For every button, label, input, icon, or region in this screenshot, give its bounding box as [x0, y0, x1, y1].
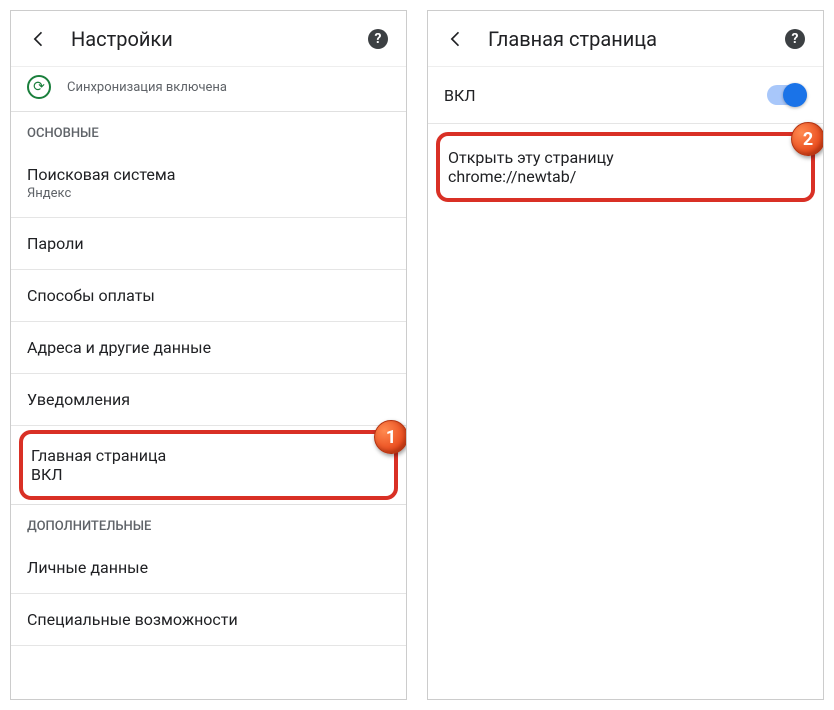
item-label: Адреса и другие данные — [27, 338, 390, 357]
homepage-content: ВКЛ Открыть эту страницу chrome://newtab… — [428, 67, 823, 699]
item-label: Открыть эту страницу — [448, 148, 803, 167]
appbar-title: Настройки — [71, 27, 346, 51]
item-addresses[interactable]: Адреса и другие данные — [11, 322, 406, 374]
highlight-open-page: Открыть эту страницу chrome://newtab/ 2 — [436, 132, 815, 202]
item-homepage[interactable]: Главная страница ВКЛ — [31, 446, 386, 484]
settings-screen: Настройки ? ⟳ Синхронизация включена ОСН… — [10, 10, 407, 700]
item-value: chrome://newtab/ — [448, 167, 803, 186]
item-label: Уведомления — [27, 390, 390, 409]
help-icon[interactable]: ? — [366, 27, 390, 51]
homepage-screen: Главная страница ? ВКЛ Открыть эту стран… — [427, 10, 824, 700]
appbar-title: Главная страница — [488, 27, 763, 51]
appbar: Настройки ? — [11, 11, 406, 67]
item-open-page[interactable]: Открыть эту страницу chrome://newtab/ — [448, 148, 803, 186]
section-header-basic: ОСНОВНЫЕ — [11, 111, 406, 149]
item-label: Специальные возможности — [27, 610, 390, 629]
callout-badge-2: 2 — [791, 122, 823, 156]
item-label: Личные данные — [27, 558, 390, 577]
sync-subtitle: Синхронизация включена — [67, 80, 227, 95]
item-value: ВКЛ — [31, 465, 386, 484]
toggle-thumb — [783, 83, 807, 107]
sync-row[interactable]: ⟳ Синхронизация включена — [11, 67, 406, 111]
section-header-advanced: ДОПОЛНИТЕЛЬНЫЕ — [11, 504, 406, 542]
highlight-homepage: Главная страница ВКЛ 1 — [19, 430, 398, 500]
item-label: Пароли — [27, 234, 390, 253]
callout-badge-1: 1 — [374, 420, 406, 454]
homepage-toggle-row[interactable]: ВКЛ — [428, 67, 823, 124]
settings-content: ⟳ Синхронизация включена ОСНОВНЫЕ Поиско… — [11, 67, 406, 699]
item-notifications[interactable]: Уведомления — [11, 374, 406, 426]
item-value: Яндекс — [27, 186, 390, 201]
item-privacy[interactable]: Личные данные — [11, 542, 406, 594]
toggle-label: ВКЛ — [444, 86, 476, 105]
toggle-switch[interactable] — [767, 85, 807, 105]
appbar: Главная страница ? — [428, 11, 823, 67]
sync-icon: ⟳ — [27, 75, 51, 99]
back-arrow-icon[interactable] — [444, 27, 468, 51]
item-accessibility[interactable]: Специальные возможности — [11, 594, 406, 646]
help-icon[interactable]: ? — [783, 27, 807, 51]
item-label: Способы оплаты — [27, 286, 390, 305]
item-passwords[interactable]: Пароли — [11, 218, 406, 270]
item-payments[interactable]: Способы оплаты — [11, 270, 406, 322]
item-search-engine[interactable]: Поисковая система Яндекс — [11, 149, 406, 218]
item-label: Главная страница — [31, 446, 386, 465]
back-arrow-icon[interactable] — [27, 27, 51, 51]
item-label: Поисковая система — [27, 165, 390, 184]
